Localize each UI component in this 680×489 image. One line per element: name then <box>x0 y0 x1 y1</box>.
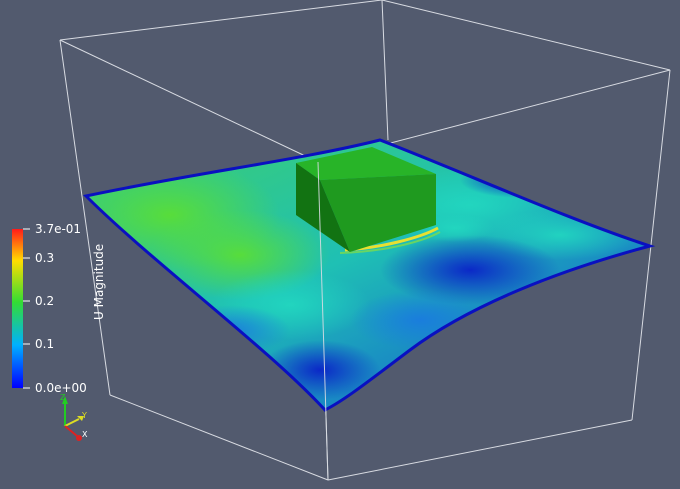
orientation-axes <box>62 396 84 441</box>
render-viewport[interactable]: 3.7e-01 0.3 0.2 0.1 0.0e+00 U Magnitude … <box>0 0 680 489</box>
axis-label-y: Y <box>82 411 87 420</box>
axis-label-x: X <box>82 430 88 439</box>
colorbar-title: U Magnitude <box>92 243 106 320</box>
colorbar-tick-max: 3.7e-01 <box>35 222 82 236</box>
colorbar-tick-0-2: 0.2 <box>35 294 55 308</box>
colorbar <box>12 228 30 389</box>
colorbar-tick-0-1: 0.1 <box>35 337 55 351</box>
colorbar-tick-0-3: 0.3 <box>35 251 55 265</box>
axis-label-z: Z <box>60 393 66 402</box>
